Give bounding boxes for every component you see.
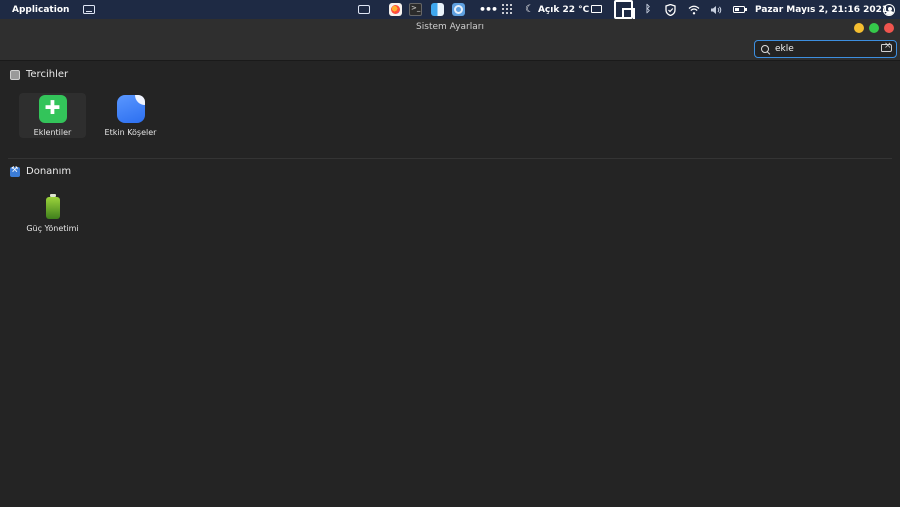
window-list-icon[interactable] [83,5,96,14]
maximize-button[interactable] [869,23,879,33]
battery-icon [45,194,60,219]
corner-icon [116,95,145,123]
window-titlebar: Sistem Ayarları [0,19,900,37]
battery-indicator-icon[interactable] [733,6,747,13]
window-title: Sistem Ayarları [416,22,484,32]
application-menu[interactable]: Application [12,5,69,15]
app-grid-icon[interactable] [502,4,512,14]
section-header-tercihler: Tercihler [10,69,68,80]
minimize-button[interactable] [854,23,864,33]
settings-item-guc-yonetimi[interactable]: Güç Yönetimi [19,192,86,237]
wifi-icon[interactable] [688,5,700,15]
top-panel: Application >_ ••• ☾ Açık 22 °C ᛒ Pazar … [0,0,900,21]
radio-icon[interactable] [358,5,370,14]
settings-item-label: Eklentiler [33,128,72,137]
clock[interactable]: Pazar Mayıs 2, 21:16 2021 [755,0,888,19]
clear-search-icon[interactable] [881,41,892,52]
section-title: Donanım [26,166,72,177]
search-box[interactable] [754,40,897,58]
weather-text: Açık 22 °C [537,4,590,15]
shield-icon[interactable] [665,4,676,16]
section-divider [8,158,892,159]
user-menu-icon[interactable] [883,4,895,16]
bluetooth-icon[interactable]: ᛒ [645,0,651,19]
browser-icon[interactable] [452,3,465,16]
moon-icon: ☾ [525,4,534,15]
puzzle-icon [38,95,67,123]
settings-item-etkin-koseler[interactable]: Etkin Köşeler [97,93,164,138]
search-toolbar [0,37,900,61]
preferences-category-icon [10,69,20,80]
more-icon[interactable]: ••• [479,0,498,19]
clipboard-icon[interactable] [614,0,635,21]
section-title: Tercihler [26,69,69,80]
display-icon[interactable] [591,5,602,13]
settings-item-eklentiler[interactable]: Eklentiler [19,93,86,138]
search-icon [761,44,770,54]
close-button[interactable] [884,23,894,33]
hardware-category-icon [10,165,20,177]
settings-item-label: Etkin Köşeler [104,128,157,137]
search-input[interactable] [775,44,875,54]
file-manager-icon[interactable] [431,3,444,16]
firefox-icon[interactable] [389,3,402,16]
terminal-icon[interactable]: >_ [409,3,422,16]
volume-icon[interactable] [710,5,722,15]
weather-indicator[interactable]: ☾ Açık 22 °C [525,0,589,19]
section-header-donanim: Donanım [10,165,72,177]
settings-item-label: Güç Yönetimi [26,224,79,233]
